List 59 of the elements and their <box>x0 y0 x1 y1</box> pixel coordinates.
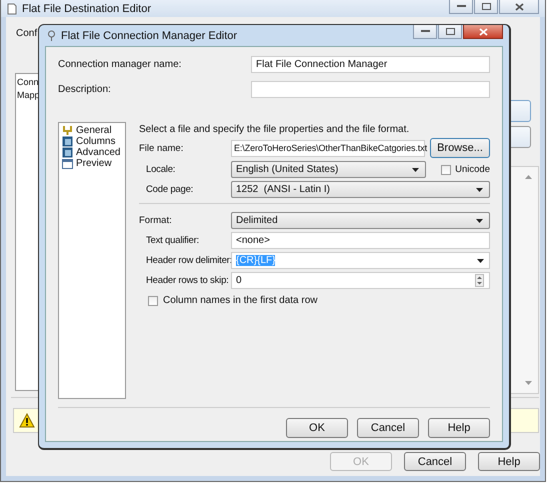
field-label: Locale: <box>146 164 176 175</box>
dropdown-arrow-icon <box>412 168 420 172</box>
warning-icon <box>19 413 35 428</box>
close-button[interactable] <box>499 0 539 14</box>
tree-icon <box>62 125 73 136</box>
name-field[interactable]: Flat File Connection Manager <box>251 56 490 73</box>
window-title: Flat File Destination Editor <box>22 2 151 14</box>
table-icon <box>62 147 73 158</box>
dialog-button[interactable]: Cancel <box>357 418 419 438</box>
list-item[interactable]: Conn <box>17 77 39 87</box>
window-title: Flat File Connection Manager Editor <box>61 30 238 42</box>
browse-button[interactable]: Browse... <box>430 138 490 158</box>
description-field[interactable] <box>251 81 490 98</box>
field-label: Header row delimiter: <box>146 255 231 266</box>
maximize-icon <box>446 28 454 35</box>
page-item[interactable]: General <box>62 125 122 136</box>
field-label: Connection manager name: <box>58 59 182 70</box>
format-dropdown[interactable]: Delimited <box>231 212 490 229</box>
dialog-button[interactable]: Help <box>478 452 540 471</box>
header-rows-spinner[interactable]: 0 <box>231 272 490 289</box>
minimize-button[interactable] <box>413 25 437 39</box>
maximize-button[interactable] <box>474 0 498 14</box>
text-qualifier-field[interactable]: <none> <box>231 232 490 249</box>
instruction-text: Select a file and specify the file properties and the file format. <box>139 124 410 135</box>
unicode-checkbox[interactable]: Unicode <box>441 164 490 175</box>
maximize-button[interactable] <box>438 25 462 39</box>
scroll-down-icon <box>525 381 532 385</box>
locale-dropdown[interactable]: English (United States) <box>231 161 426 178</box>
field-label: Code page: <box>146 184 194 195</box>
field-label: Text qualifier: <box>146 235 200 246</box>
dialog-button[interactable]: OK <box>286 418 348 438</box>
close-icon <box>478 28 488 36</box>
minimize-button[interactable] <box>449 0 473 14</box>
field-label: Description: <box>58 84 112 95</box>
file-name-field[interactable]: E:\ZeroToHeroSeries\OtherThanBikeCatgories.txt <box>231 140 425 156</box>
minimize-icon <box>456 5 466 8</box>
dialog-button[interactable]: Help <box>428 418 490 438</box>
dropdown-arrow-icon <box>476 188 483 192</box>
document-icon <box>7 2 17 14</box>
close-button[interactable] <box>463 25 503 39</box>
spinner-arrows-icon <box>475 274 484 287</box>
page-item[interactable]: Columns <box>62 136 122 147</box>
table-icon <box>62 136 73 147</box>
dialog-button[interactable]: Cancel <box>404 452 466 471</box>
field-label: File name: <box>139 142 184 154</box>
minimize-icon <box>420 30 430 33</box>
dropdown-arrow-icon <box>477 258 484 262</box>
window-icon <box>62 158 73 168</box>
dropdown-arrow-icon <box>476 218 483 222</box>
column-names-checkbox[interactable]: Column names in the first data row <box>139 295 490 306</box>
close-icon <box>514 2 524 10</box>
config-label: Conf <box>16 28 38 39</box>
page-item[interactable]: Preview <box>62 158 122 169</box>
code-page-dropdown[interactable]: 1252 (ANSI - Latin I) <box>231 181 490 198</box>
field-label: Format: <box>139 215 173 226</box>
page-item[interactable]: Advanced <box>62 147 122 158</box>
scroll-up-icon <box>525 175 532 179</box>
field-label: Header rows to skip: <box>146 275 230 286</box>
maximize-icon <box>482 3 490 10</box>
